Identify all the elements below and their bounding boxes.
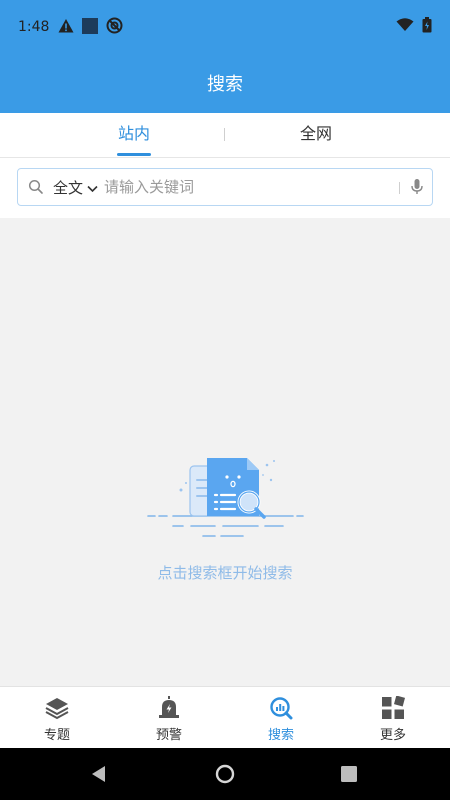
status-icons-left (58, 17, 123, 38)
empty-search-illustration (143, 450, 308, 549)
nav-label-search: 搜索 (267, 728, 294, 743)
nav-item-more[interactable]: 更多 (337, 687, 449, 749)
alarm-icon (157, 696, 181, 720)
status-time: 1:48 (18, 19, 50, 35)
search-scope-label: 全文 (53, 179, 84, 197)
nav-label-topics: 专题 (43, 728, 70, 743)
bottom-navigation: 专题 预警 搜索 更多 (0, 686, 450, 748)
nav-label-alerts: 预警 (155, 728, 182, 743)
page-title: 搜索 (207, 74, 243, 95)
layers-icon (45, 696, 69, 720)
home-icon[interactable] (215, 764, 235, 788)
chevron-down-icon (87, 179, 98, 197)
nav-item-alerts[interactable]: 预警 (113, 687, 225, 749)
tab-divider (224, 128, 225, 141)
nav-label-more: 更多 (379, 728, 406, 743)
tab-web[interactable]: 全网 (236, 113, 396, 158)
system-navigation-bar (0, 748, 450, 800)
search-separator (399, 182, 400, 194)
grid-icon (381, 695, 406, 720)
back-icon[interactable] (90, 765, 108, 787)
active-tab-indicator (117, 153, 151, 156)
search-scope-dropdown[interactable]: 全文 (53, 177, 98, 198)
app-header: 1:48 搜索 (0, 0, 450, 113)
wifi-icon (396, 18, 414, 36)
battery-icon (422, 17, 432, 37)
search-tabs: 站内 全网 (0, 113, 450, 158)
search-area: 全文 (0, 158, 450, 218)
screen: 1:48 搜索 站内 全网 全文 请输入关键词 点击搜索框开始搜索 专题 预警 … (0, 0, 450, 800)
search-chart-icon (269, 696, 293, 720)
nav-item-topics[interactable]: 专题 (1, 687, 113, 749)
recents-icon[interactable] (341, 766, 357, 786)
tab-site[interactable]: 站内 (54, 113, 214, 158)
search-box[interactable]: 全文 (17, 168, 433, 206)
warning-icon (58, 18, 74, 38)
search-input[interactable] (104, 175, 394, 199)
app-notification-icon (82, 17, 98, 38)
empty-state-message: 点击搜索框开始搜索 (157, 564, 293, 582)
microphone-icon[interactable] (410, 178, 424, 200)
nav-item-search[interactable]: 搜索 (225, 687, 337, 749)
search-results-area: 点击搜索框开始搜索 (0, 218, 450, 686)
search-icon (28, 179, 44, 199)
sync-icon (106, 17, 123, 38)
status-icons-right (396, 17, 432, 37)
status-bar: 1:48 (0, 0, 450, 56)
